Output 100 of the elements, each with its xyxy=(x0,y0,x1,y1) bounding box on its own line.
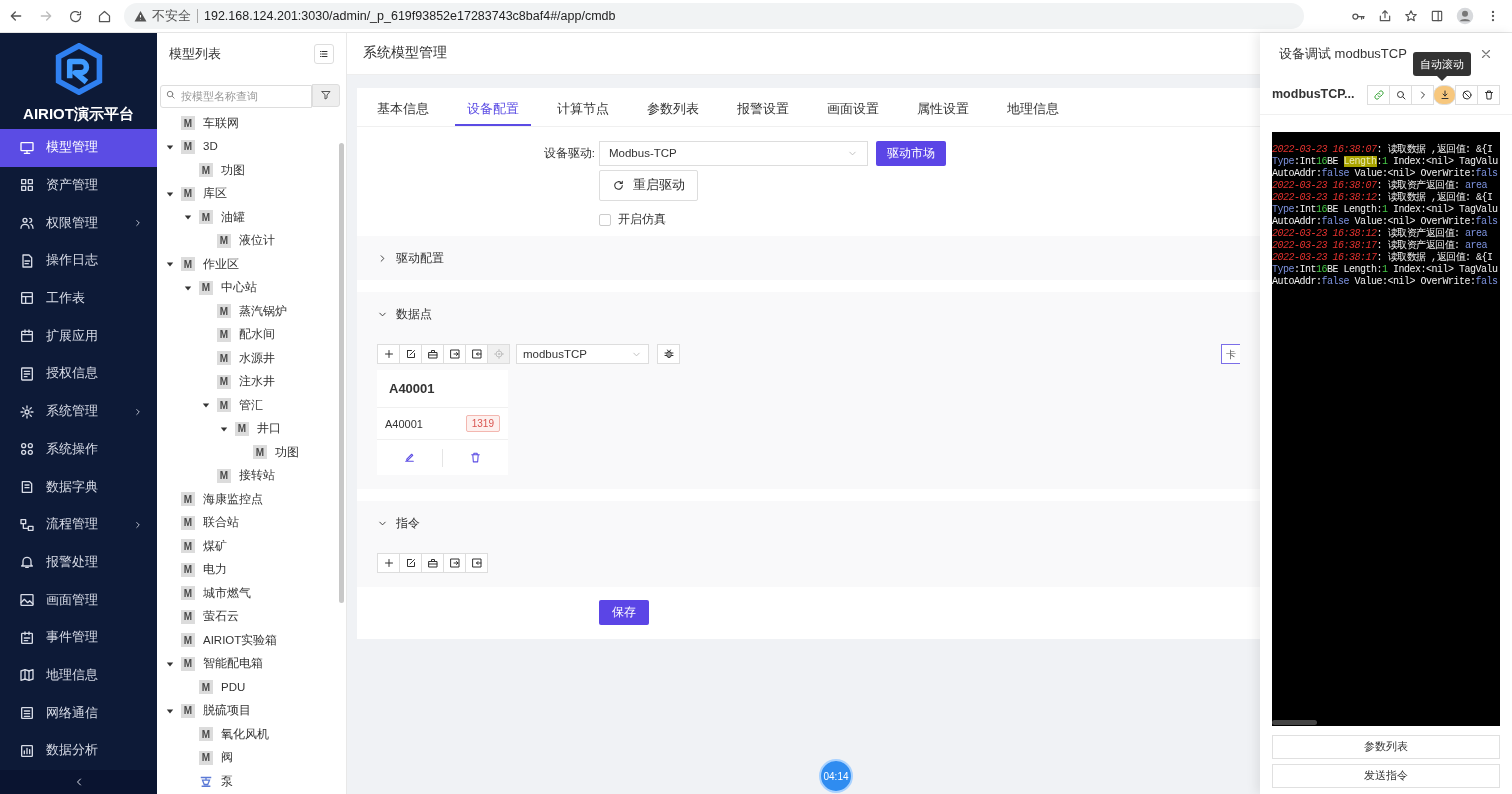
toolbar-button[interactable] xyxy=(421,553,444,574)
filter-button[interactable] xyxy=(312,83,340,107)
nav-item[interactable]: 事件管理 xyxy=(0,618,157,657)
nav-item[interactable]: 报警处理 xyxy=(0,543,157,582)
toolbar-button[interactable] xyxy=(1455,84,1478,105)
tree-item[interactable]: M 电力 xyxy=(157,558,346,582)
caret-icon[interactable] xyxy=(220,424,228,433)
nav-item[interactable]: 扩展应用 xyxy=(0,317,157,355)
nav-item[interactable]: 网络通信 xyxy=(0,694,157,732)
nav-item[interactable]: 数据分析 xyxy=(0,731,157,770)
tree-item[interactable]: M 作业区 xyxy=(157,252,346,276)
search-field[interactable]: 按模型名称查询 xyxy=(160,84,312,108)
tree-item[interactable]: M 中心站 xyxy=(157,276,346,300)
tab[interactable]: 计算节点 xyxy=(545,94,621,126)
tree-item[interactable]: M 油罐 xyxy=(157,205,346,229)
caret-icon[interactable] xyxy=(166,260,174,269)
tree-item[interactable]: M 液位计 xyxy=(157,229,346,253)
action-button[interactable]: 参数列表 xyxy=(1272,735,1500,759)
tree-item[interactable]: M 氧化风机 xyxy=(157,722,346,746)
tree-item[interactable]: M 功图 xyxy=(157,440,346,464)
nav-item[interactable]: 地理信息 xyxy=(0,656,157,695)
star-icon[interactable] xyxy=(1404,9,1418,23)
nav-item[interactable]: 模型管理 xyxy=(0,128,157,167)
tree-item[interactable]: M 海康监控点 xyxy=(157,487,346,511)
tree-item[interactable]: M 井口 xyxy=(157,417,346,441)
nav-item[interactable]: 系统操作 xyxy=(0,430,157,469)
tree-item[interactable]: M 管汇 xyxy=(157,393,346,417)
nav-item[interactable]: 画面管理 xyxy=(0,581,157,619)
sidebar-icon[interactable] xyxy=(1430,9,1444,23)
nav-item[interactable]: 流程管理 xyxy=(0,505,157,544)
tree-item[interactable]: M 功图 xyxy=(157,158,346,182)
view-toggle-button[interactable]: 卡 xyxy=(1221,344,1240,365)
home-icon[interactable] xyxy=(97,8,112,24)
nav-item[interactable]: 资产管理 xyxy=(0,166,157,205)
tab[interactable]: 属性设置 xyxy=(905,94,981,126)
caret-icon[interactable] xyxy=(166,189,174,198)
toolbar-button[interactable] xyxy=(443,344,466,365)
profile-icon[interactable] xyxy=(1456,7,1474,25)
trash-icon[interactable] xyxy=(469,451,482,465)
instance-select[interactable]: modbusTCP xyxy=(516,344,649,365)
toolbar-button[interactable] xyxy=(465,553,488,574)
checkbox[interactable] xyxy=(599,213,611,226)
tree-item[interactable]: M 阀 xyxy=(157,746,346,770)
caret-icon[interactable] xyxy=(166,706,174,715)
toolbar-button[interactable] xyxy=(399,553,422,574)
close-icon[interactable] xyxy=(1479,47,1493,61)
market-button[interactable]: 驱动市场 xyxy=(876,141,946,166)
share-icon[interactable] xyxy=(1378,9,1392,23)
tree-item[interactable]: M 城市燃气 xyxy=(157,581,346,605)
restart-button[interactable]: 重启驱动 xyxy=(599,170,698,201)
nav-item[interactable]: 操作日志 xyxy=(0,241,157,280)
toolbar-button[interactable] xyxy=(399,344,422,365)
toolbar-button[interactable] xyxy=(465,344,488,365)
back-icon[interactable] xyxy=(8,8,24,24)
tree-item[interactable]: M 车联网 xyxy=(157,111,346,135)
toolbar-button[interactable] xyxy=(1477,84,1500,105)
save-button[interactable]: 保存 xyxy=(599,600,649,626)
tree-item[interactable]: M 脱硫项目 xyxy=(157,699,346,723)
caret-icon[interactable] xyxy=(184,283,192,292)
nav-item[interactable]: 系统管理 xyxy=(0,392,157,431)
nav-item[interactable]: 权限管理 xyxy=(0,204,157,242)
tree-item[interactable]: M PDU xyxy=(157,675,346,699)
toolbar-button[interactable] xyxy=(421,344,444,365)
reload-icon[interactable] xyxy=(68,8,83,24)
tree-item[interactable]: M 萤石云 xyxy=(157,605,346,629)
tree-item[interactable]: M AIRIOT实验箱 xyxy=(157,628,346,652)
tree-item[interactable]: M 接转站 xyxy=(157,464,346,488)
tab[interactable]: 基本信息 xyxy=(365,94,441,126)
tree-item[interactable]: M 3D xyxy=(157,135,346,159)
tab[interactable]: 画面设置 xyxy=(815,94,891,126)
tree-item[interactable]: M 煤矿 xyxy=(157,534,346,558)
tab[interactable]: 参数列表 xyxy=(635,94,711,126)
tree-item[interactable]: M 库区 xyxy=(157,182,346,206)
caret-icon[interactable] xyxy=(166,659,174,668)
tab[interactable]: 地理信息 xyxy=(995,94,1071,126)
tab[interactable]: 设备配置 xyxy=(455,94,531,126)
tree-item[interactable]: 泵 xyxy=(157,769,346,793)
tree-item[interactable]: M 注水井 xyxy=(157,370,346,394)
section-title: 驱动配置 xyxy=(396,250,444,266)
list-view-button[interactable] xyxy=(314,44,334,64)
debug-button[interactable] xyxy=(657,344,680,365)
tree-item[interactable]: M 配水间 xyxy=(157,323,346,347)
action-button[interactable]: 发送指令 xyxy=(1272,764,1500,788)
caret-icon[interactable] xyxy=(184,213,192,222)
tree-item[interactable]: M 蒸汽锅炉 xyxy=(157,299,346,323)
toolbar-button[interactable] xyxy=(443,553,466,574)
nav-item[interactable]: 工作表 xyxy=(0,279,157,318)
caret-icon[interactable] xyxy=(166,142,174,151)
pencil-icon[interactable] xyxy=(403,451,416,465)
tab[interactable]: 报警设置 xyxy=(725,94,801,126)
tree-item[interactable]: M 水源井 xyxy=(157,346,346,370)
instance-name: modbusTCP... xyxy=(1272,86,1355,104)
nav-item[interactable]: 授权信息 xyxy=(0,354,157,393)
driver-select[interactable]: Modbus-TCP xyxy=(599,141,868,166)
point-name: A40001 xyxy=(385,416,423,432)
tree-item[interactable]: M 智能配电箱 xyxy=(157,652,346,676)
caret-icon[interactable] xyxy=(202,401,210,410)
address-bar[interactable]: 不安全 192.168.124.201:3030/admin/_p_619f93852e17283743c8baf4#/app/cmdb xyxy=(124,3,1304,29)
tree-item[interactable]: M 联合站 xyxy=(157,511,346,535)
nav-item[interactable]: 数据字典 xyxy=(0,468,157,506)
